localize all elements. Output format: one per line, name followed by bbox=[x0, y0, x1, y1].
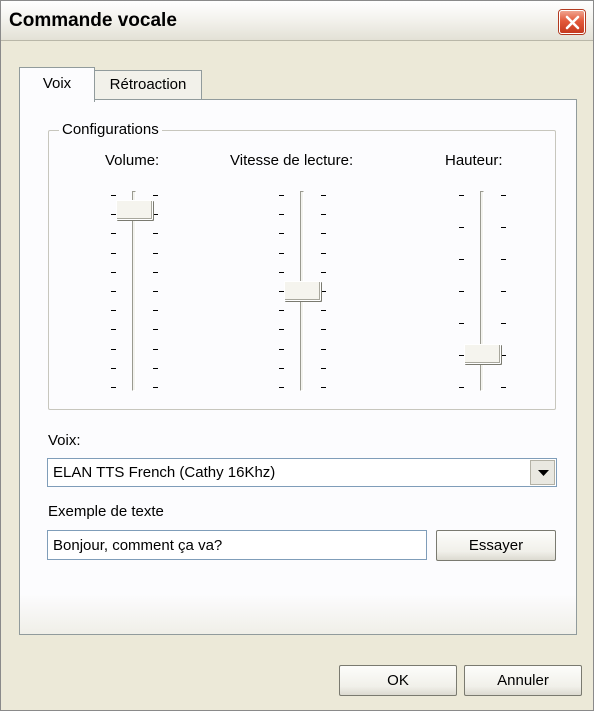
slider-tick bbox=[459, 291, 464, 292]
slider-tick bbox=[279, 387, 284, 388]
slider-tick bbox=[501, 355, 506, 356]
volume-ticks-left bbox=[111, 191, 117, 391]
pitch-slider[interactable] bbox=[458, 191, 508, 391]
slider-tick bbox=[279, 233, 284, 234]
slider-tick bbox=[501, 387, 506, 388]
slider-tick bbox=[321, 329, 326, 330]
tab-voix[interactable]: Voix bbox=[19, 67, 95, 102]
slider-tick bbox=[111, 368, 116, 369]
voice-label: Voix: bbox=[48, 432, 81, 449]
ok-button[interactable]: OK bbox=[339, 665, 457, 696]
slider-tick bbox=[459, 387, 464, 388]
pitch-label: Hauteur: bbox=[445, 152, 503, 169]
slider-tick bbox=[279, 253, 284, 254]
voice-select-value: ELAN TTS French (Cathy 16Khz) bbox=[53, 464, 276, 481]
slider-tick bbox=[153, 214, 158, 215]
slider-tick bbox=[153, 233, 158, 234]
slider-tick bbox=[321, 291, 326, 292]
window-title: Commande vocale bbox=[9, 10, 177, 31]
slider-tick bbox=[153, 272, 158, 273]
speed-slider[interactable] bbox=[278, 191, 328, 391]
slider-tick bbox=[153, 387, 158, 388]
slider-tick bbox=[111, 291, 116, 292]
slider-tick bbox=[153, 310, 158, 311]
slider-tick bbox=[279, 214, 284, 215]
slider-tick bbox=[279, 329, 284, 330]
slider-tick bbox=[111, 195, 116, 196]
slider-tick bbox=[321, 387, 326, 388]
slider-tick bbox=[111, 233, 116, 234]
volume-label: Volume: bbox=[105, 152, 160, 169]
volume-thumb[interactable] bbox=[116, 200, 153, 220]
slider-tick bbox=[459, 195, 464, 196]
tab-retroaction-label: Rétroaction bbox=[109, 76, 187, 93]
configurations-label: Configurations bbox=[59, 121, 162, 138]
slider-tick bbox=[321, 253, 326, 254]
slider-tick bbox=[501, 259, 506, 260]
voice-dropdown-button[interactable] bbox=[530, 460, 555, 485]
speed-thumb[interactable] bbox=[284, 281, 321, 301]
slider-tick bbox=[501, 227, 506, 228]
voice-command-dialog: Commande vocale Voix Rétroaction Configu… bbox=[0, 0, 594, 711]
volume-track bbox=[132, 191, 136, 391]
slider-tick bbox=[153, 291, 158, 292]
slider-tick bbox=[459, 227, 464, 228]
slider-tick bbox=[501, 291, 506, 292]
slider-tick bbox=[279, 349, 284, 350]
volume-slider[interactable] bbox=[110, 191, 160, 391]
title-bar[interactable]: Commande vocale bbox=[1, 1, 593, 41]
voice-select[interactable]: ELAN TTS French (Cathy 16Khz) bbox=[47, 458, 557, 487]
slider-tick bbox=[459, 323, 464, 324]
volume-ticks-right bbox=[153, 191, 159, 391]
pitch-thumb[interactable] bbox=[464, 344, 501, 364]
slider-tick bbox=[111, 387, 116, 388]
slider-tick bbox=[321, 214, 326, 215]
slider-tick bbox=[321, 195, 326, 196]
slider-tick bbox=[321, 368, 326, 369]
tab-retroaction[interactable]: Rétroaction bbox=[94, 70, 202, 100]
slider-tick bbox=[321, 349, 326, 350]
slider-tick bbox=[279, 272, 284, 273]
try-button[interactable]: Essayer bbox=[436, 530, 556, 561]
speed-ticks-right bbox=[321, 191, 327, 391]
cancel-button[interactable]: Annuler bbox=[464, 665, 582, 696]
tab-voix-label: Voix bbox=[42, 75, 72, 92]
close-button[interactable] bbox=[559, 10, 585, 34]
slider-tick bbox=[279, 368, 284, 369]
speed-label: Vitesse de lecture: bbox=[230, 152, 354, 169]
slider-tick bbox=[279, 310, 284, 311]
slider-tick bbox=[111, 310, 116, 311]
slider-tick bbox=[153, 349, 158, 350]
pitch-ticks-right bbox=[501, 191, 507, 391]
slider-tick bbox=[153, 253, 158, 254]
slider-tick bbox=[501, 195, 506, 196]
slider-tick bbox=[111, 253, 116, 254]
slider-tick bbox=[153, 368, 158, 369]
slider-tick bbox=[153, 329, 158, 330]
example-text-input[interactable] bbox=[47, 530, 427, 560]
slider-tick bbox=[459, 259, 464, 260]
slider-tick bbox=[111, 349, 116, 350]
example-text-label: Exemple de texte bbox=[48, 503, 164, 520]
slider-tick bbox=[321, 310, 326, 311]
close-icon bbox=[565, 15, 580, 30]
slider-tick bbox=[501, 323, 506, 324]
chevron-down-icon bbox=[538, 470, 549, 476]
slider-tick bbox=[321, 272, 326, 273]
slider-tick bbox=[321, 233, 326, 234]
slider-tick bbox=[111, 272, 116, 273]
slider-tick bbox=[153, 195, 158, 196]
slider-tick bbox=[111, 329, 116, 330]
slider-tick bbox=[279, 195, 284, 196]
